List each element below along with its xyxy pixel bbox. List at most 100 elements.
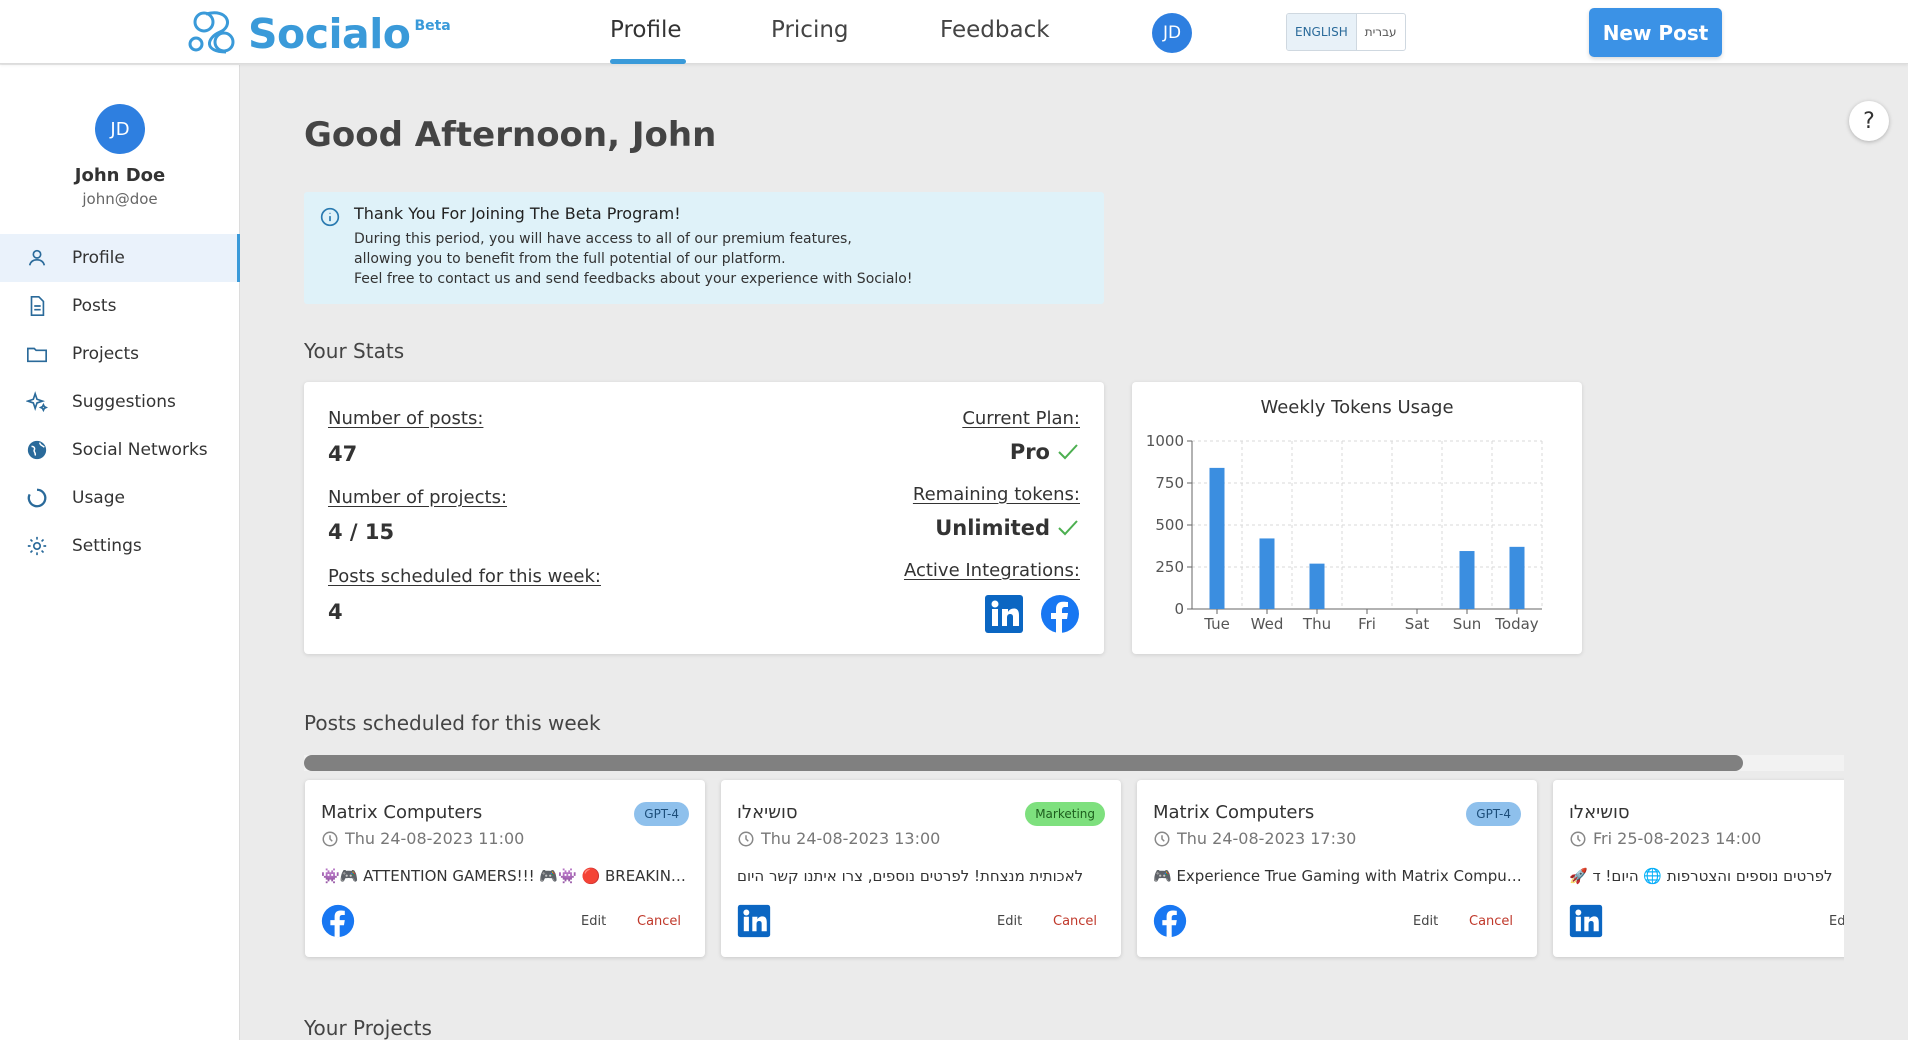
sidebar-item-settings[interactable]: Settings xyxy=(0,522,240,570)
post-time-text: Fri 25-08-2023 14:00 xyxy=(1593,829,1762,848)
current-plan-value: Pro xyxy=(1009,440,1050,464)
clock-icon xyxy=(1154,831,1170,846)
lang-english[interactable]: ENGLISH xyxy=(1287,14,1357,50)
chart-xtick-label: Thu xyxy=(1302,615,1331,633)
beta-banner-line: allowing you to benefit from the full po… xyxy=(354,251,786,267)
facebook-icon[interactable] xyxy=(1040,594,1080,634)
sidebar-item-projects[interactable]: Projects xyxy=(0,330,240,378)
chart-xtick-label: Wed xyxy=(1251,615,1284,633)
scheduled-posts-carousel: Matrix Computers GPT-4 Thu 24-08-2023 11… xyxy=(300,775,1844,965)
chart-xtick-label: Today xyxy=(1494,615,1539,633)
current-plan-label: Current Plan: xyxy=(962,408,1080,429)
post-card[interactable]: סושיאלו Marketing Thu 24-08-2023 13:00 ל… xyxy=(721,780,1121,957)
posts-scrollbar-thumb[interactable] xyxy=(304,755,1743,771)
chart-title: Weekly Tokens Usage xyxy=(1260,397,1453,418)
sidebar-item-suggestions[interactable]: Suggestions xyxy=(0,378,240,426)
post-text: 🚀 לפרטים נוספים והצטרפות 🌐 היום! ד xyxy=(1569,867,1833,885)
sidebar-user-name: John Doe xyxy=(74,165,166,186)
beta-banner-line: Feel free to contact us and send feedbac… xyxy=(354,271,913,287)
clock-icon xyxy=(738,831,754,846)
sidebar: JD John Doe john@doe Profile Posts Proje… xyxy=(0,65,240,1040)
sidebar-item-profile[interactable]: Profile xyxy=(0,234,240,282)
post-card[interactable]: Matrix Computers GPT-4 Thu 24-08-2023 11… xyxy=(305,780,705,957)
stats-card: Number of posts: 47 Number of projects: … xyxy=(304,382,1104,654)
socialo-logo-icon xyxy=(188,11,235,54)
post-model-badge: GPT-4 xyxy=(1466,802,1521,826)
nav-tab-profile[interactable]: Profile xyxy=(610,17,682,43)
top-bar: Socialo Beta Profile Pricing Feedback JD… xyxy=(0,0,1908,64)
chart-ytick-label: 750 xyxy=(1155,474,1184,492)
sidebar-item-usage[interactable]: Usage xyxy=(0,474,240,522)
tokens-chart-card: Weekly Tokens Usage 0 250 500 750 1000 Tue We… xyxy=(1132,382,1582,654)
chart-xtick-label: Sat xyxy=(1405,615,1430,633)
beta-banner-title: Thank You For Joining The Beta Program! xyxy=(354,204,681,223)
nav-tab-feedback[interactable]: Feedback xyxy=(940,17,1050,43)
greeting-heading: Good Afternoon, John xyxy=(304,115,717,155)
sidebar-item-label: Usage xyxy=(72,488,125,508)
sidebar-item-label: Posts xyxy=(72,296,117,316)
chart-ytick-label: 0 xyxy=(1174,600,1184,618)
chart-bar xyxy=(1259,538,1275,609)
post-text: לאכותית מנצחת! לפרטים נוספים, צרו איתנו … xyxy=(737,867,1084,885)
post-time: Fri 25-08-2023 14:00 xyxy=(1569,829,1761,848)
facebook-icon xyxy=(1153,904,1187,938)
post-time: Thu 24-08-2023 17:30 xyxy=(1153,829,1356,848)
nav-tab-pricing[interactable]: Pricing xyxy=(771,17,849,43)
sidebar-item-label: Settings xyxy=(72,536,142,556)
post-time: Thu 24-08-2023 11:00 xyxy=(321,829,524,848)
folder-icon xyxy=(27,347,47,363)
beta-info-banner: Thank You For Joining The Beta Program! … xyxy=(304,192,1104,304)
sidebar-user-email: john@doe xyxy=(82,190,158,208)
globe-icon xyxy=(27,440,47,460)
integrations-label: Active Integrations: xyxy=(903,560,1080,581)
posts-count-label: Number of posts: xyxy=(328,408,484,429)
chart-xtick-label: Fri xyxy=(1358,615,1376,633)
post-edit-button[interactable]: Edit xyxy=(581,914,606,929)
post-text: 🎮 Experience True Gaming with Matrix Com… xyxy=(1153,867,1523,885)
sidebar-item-social-networks[interactable]: Social Networks xyxy=(0,426,240,474)
brand-logo[interactable]: Socialo Beta xyxy=(184,6,451,58)
chart-ytick-label: 1000 xyxy=(1146,432,1184,450)
sidebar-item-label: Suggestions xyxy=(72,392,176,412)
person-icon xyxy=(28,249,46,266)
sparkle-icon xyxy=(26,391,48,413)
gear-icon xyxy=(27,536,47,556)
check-icon xyxy=(1058,444,1078,460)
post-card[interactable]: סושיאלו Fri 25-08-2023 14:00 🚀 לפרטים נו… xyxy=(1553,780,1844,957)
scheduled-count-value: 4 xyxy=(328,600,343,624)
remaining-tokens: Unlimited xyxy=(935,516,1080,540)
chart-bar xyxy=(1209,467,1225,609)
post-time-text: Thu 24-08-2023 13:00 xyxy=(761,829,941,848)
clock-icon xyxy=(1570,831,1586,846)
help-button[interactable]: ? xyxy=(1849,101,1889,141)
chart-bar xyxy=(1509,546,1525,609)
post-cancel-button[interactable]: Cancel xyxy=(637,914,681,929)
user-avatar[interactable]: JD xyxy=(1152,13,1192,53)
brand-name: Socialo xyxy=(248,10,411,58)
new-post-button[interactable]: New Post xyxy=(1589,8,1722,57)
stats-section-title: Your Stats xyxy=(304,339,405,363)
post-edit-button[interactable]: Edit xyxy=(1413,914,1438,929)
post-text: 👾🎮 ATTENTION GAMERS!!! 🎮👾 🔴 BREAKING NEW… xyxy=(321,867,691,885)
language-switcher: ENGLISH עברית xyxy=(1286,13,1406,51)
circle-progress-icon xyxy=(27,488,47,508)
lang-hebrew[interactable]: עברית xyxy=(1357,14,1405,50)
post-edit-button[interactable]: Edit xyxy=(997,914,1022,929)
post-project-name: Matrix Computers xyxy=(321,802,483,823)
check-icon xyxy=(1058,520,1078,536)
post-edit-button[interactable]: Ed xyxy=(1829,914,1844,929)
chart-xtick-label: Tue xyxy=(1203,615,1230,633)
info-icon xyxy=(320,207,340,227)
linkedin-icon[interactable] xyxy=(984,594,1024,634)
projects-count-value: 4 / 15 xyxy=(328,520,395,544)
post-cancel-button[interactable]: Cancel xyxy=(1469,914,1513,929)
projects-count-label: Number of projects: xyxy=(328,487,508,508)
weekly-tokens-chart: Weekly Tokens Usage 0 250 500 750 1000 Tue We… xyxy=(1146,397,1543,633)
post-project-name: סושיאלו xyxy=(737,802,798,823)
post-cancel-button[interactable]: Cancel xyxy=(1053,914,1097,929)
sidebar-item-posts[interactable]: Posts xyxy=(0,282,240,330)
facebook-icon xyxy=(321,904,355,938)
brand-beta-badge: Beta xyxy=(414,18,451,34)
beta-banner-line: During this period, you will have access… xyxy=(354,231,852,247)
post-card[interactable]: Matrix Computers GPT-4 Thu 24-08-2023 17… xyxy=(1137,780,1537,957)
